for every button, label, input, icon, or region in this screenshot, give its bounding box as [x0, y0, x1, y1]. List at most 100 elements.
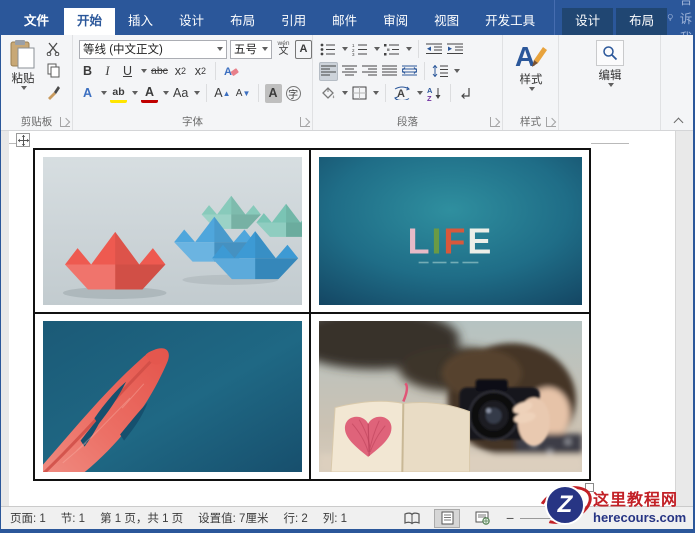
editing-dropdown-caret[interactable]: [608, 83, 614, 87]
table-cell-2[interactable]: LIFE: [311, 150, 589, 312]
tab-insert[interactable]: 插入: [115, 8, 166, 35]
site-url: herecours.com: [593, 510, 686, 525]
web-layout-button[interactable]: [469, 509, 495, 528]
bold-button[interactable]: B: [79, 62, 96, 81]
align-center-icon: [342, 65, 357, 77]
font-dialog-launcher[interactable]: [300, 117, 310, 127]
svg-text:LIFE: LIFE: [408, 220, 494, 261]
font-name-combo[interactable]: 等线 (中文正文): [79, 40, 227, 59]
tab-table-layout[interactable]: 布局: [616, 8, 667, 35]
font-color-button[interactable]: A: [141, 84, 158, 103]
tab-file[interactable]: 文件: [9, 8, 64, 35]
shrink-font-button[interactable]: A▼: [235, 84, 252, 103]
font-name-value: 等线 (中文正文): [83, 41, 163, 57]
tab-table-design[interactable]: 设计: [562, 8, 613, 35]
camera-girl-picture: [319, 321, 582, 472]
read-mode-icon: [404, 512, 420, 525]
paint-bucket-icon: [320, 86, 336, 100]
line-spacing-icon: [432, 65, 448, 77]
tab-design[interactable]: 设计: [166, 8, 217, 35]
tab-developer[interactable]: 开发工具: [472, 8, 548, 35]
status-setting[interactable]: 设置值: 7厘米: [198, 510, 268, 526]
phonetic-guide-button[interactable]: wén 文: [275, 40, 292, 59]
justify-button[interactable]: [381, 62, 398, 81]
underline-dropdown-caret[interactable]: [141, 69, 147, 73]
status-column[interactable]: 列: 1: [323, 510, 347, 526]
image-life-typography[interactable]: LIFE: [319, 157, 582, 305]
align-right-button[interactable]: [361, 62, 378, 81]
image-table[interactable]: LIFE: [33, 148, 591, 481]
text-effects-button[interactable]: A: [79, 84, 96, 103]
underline-button[interactable]: U: [119, 62, 136, 81]
table-cell-3[interactable]: [35, 314, 309, 479]
ribbon-tab-bar: 文件 开始 插入 设计 布局 引用 邮件 审阅 视图 开发工具 设计 布局 告诉…: [1, 0, 693, 35]
life-letter-e: E: [467, 220, 493, 261]
vertical-scrollbar[interactable]: [675, 131, 693, 506]
format-painter-brush-icon: [46, 85, 61, 100]
format-painter-button[interactable]: [45, 83, 62, 102]
tab-home[interactable]: 开始: [64, 8, 115, 35]
align-center-button[interactable]: [341, 62, 358, 81]
tab-review[interactable]: 审阅: [370, 8, 421, 35]
styles-dialog-launcher[interactable]: [546, 117, 556, 127]
paste-dropdown-caret[interactable]: [21, 86, 27, 90]
change-case-button[interactable]: Aa: [172, 84, 189, 103]
font-size-combo[interactable]: 五号: [230, 40, 272, 59]
tab-references[interactable]: 引用: [268, 8, 319, 35]
image-girl-with-camera[interactable]: [319, 321, 582, 472]
borders-button[interactable]: [351, 84, 368, 103]
clear-formatting-button[interactable]: A: [222, 62, 240, 81]
tab-mailings[interactable]: 邮件: [319, 8, 370, 35]
print-layout-button[interactable]: [434, 509, 460, 528]
cut-button[interactable]: [45, 39, 62, 58]
subscript-button[interactable]: x2: [172, 62, 189, 81]
styles-label: 样式: [520, 71, 543, 87]
enclose-characters-button[interactable]: 字: [285, 84, 302, 103]
shading-button[interactable]: [319, 84, 337, 103]
paste-button[interactable]: 粘贴: [5, 39, 41, 90]
grow-font-button[interactable]: A▲: [213, 84, 231, 103]
image-red-feather[interactable]: [43, 321, 302, 472]
tab-view[interactable]: 视图: [421, 8, 472, 35]
distribute-button[interactable]: [401, 62, 418, 81]
decrease-indent-button[interactable]: [425, 40, 443, 59]
styles-button[interactable]: A 样式: [509, 40, 553, 91]
show-hide-marks-button[interactable]: [457, 84, 474, 103]
read-mode-button[interactable]: [399, 509, 425, 528]
clipboard-dialog-launcher[interactable]: [60, 117, 70, 127]
status-page-of[interactable]: 第 1 页，共 1 页: [100, 510, 183, 526]
superscript-button[interactable]: x2: [192, 62, 209, 81]
numbering-button[interactable]: 123: [351, 40, 369, 59]
image-paper-boats[interactable]: [43, 157, 302, 305]
paragraph-group: 123: [313, 35, 503, 130]
line-spacing-button[interactable]: [431, 62, 449, 81]
highlight-color-button[interactable]: ab: [110, 84, 127, 103]
sort-button[interactable]: AZ: [426, 84, 444, 103]
collapse-ribbon-button[interactable]: [675, 116, 683, 124]
styles-dropdown-caret[interactable]: [529, 87, 535, 91]
paragraph-dialog-launcher[interactable]: [490, 117, 500, 127]
zoom-out-button[interactable]: −: [506, 510, 514, 526]
multilevel-list-button[interactable]: [383, 40, 401, 59]
italic-button[interactable]: I: [99, 62, 116, 81]
status-line[interactable]: 行: 2: [283, 510, 307, 526]
character-shading-button[interactable]: A: [265, 84, 282, 103]
lightbulb-icon: [667, 10, 674, 25]
clear-formatting-eraser-icon: A: [223, 64, 239, 79]
paragraph-marks-icon: [459, 87, 472, 100]
status-page[interactable]: 页面: 1: [10, 510, 46, 526]
tab-layout[interactable]: 布局: [217, 8, 268, 35]
align-left-button[interactable]: [319, 62, 338, 81]
table-cell-4[interactable]: [311, 314, 589, 479]
document-page[interactable]: LIFE: [9, 131, 675, 506]
character-border-button[interactable]: A: [295, 40, 312, 59]
status-section[interactable]: 节: 1: [61, 510, 85, 526]
bullets-button[interactable]: [319, 40, 337, 59]
editing-button[interactable]: 编辑: [589, 40, 631, 87]
strikethrough-button[interactable]: abc: [150, 62, 169, 81]
increase-indent-button[interactable]: [446, 40, 464, 59]
table-move-handle[interactable]: [16, 133, 30, 147]
copy-button[interactable]: [45, 61, 62, 80]
table-cell-1[interactable]: [35, 150, 309, 312]
asian-layout-button[interactable]: A: [392, 84, 412, 103]
